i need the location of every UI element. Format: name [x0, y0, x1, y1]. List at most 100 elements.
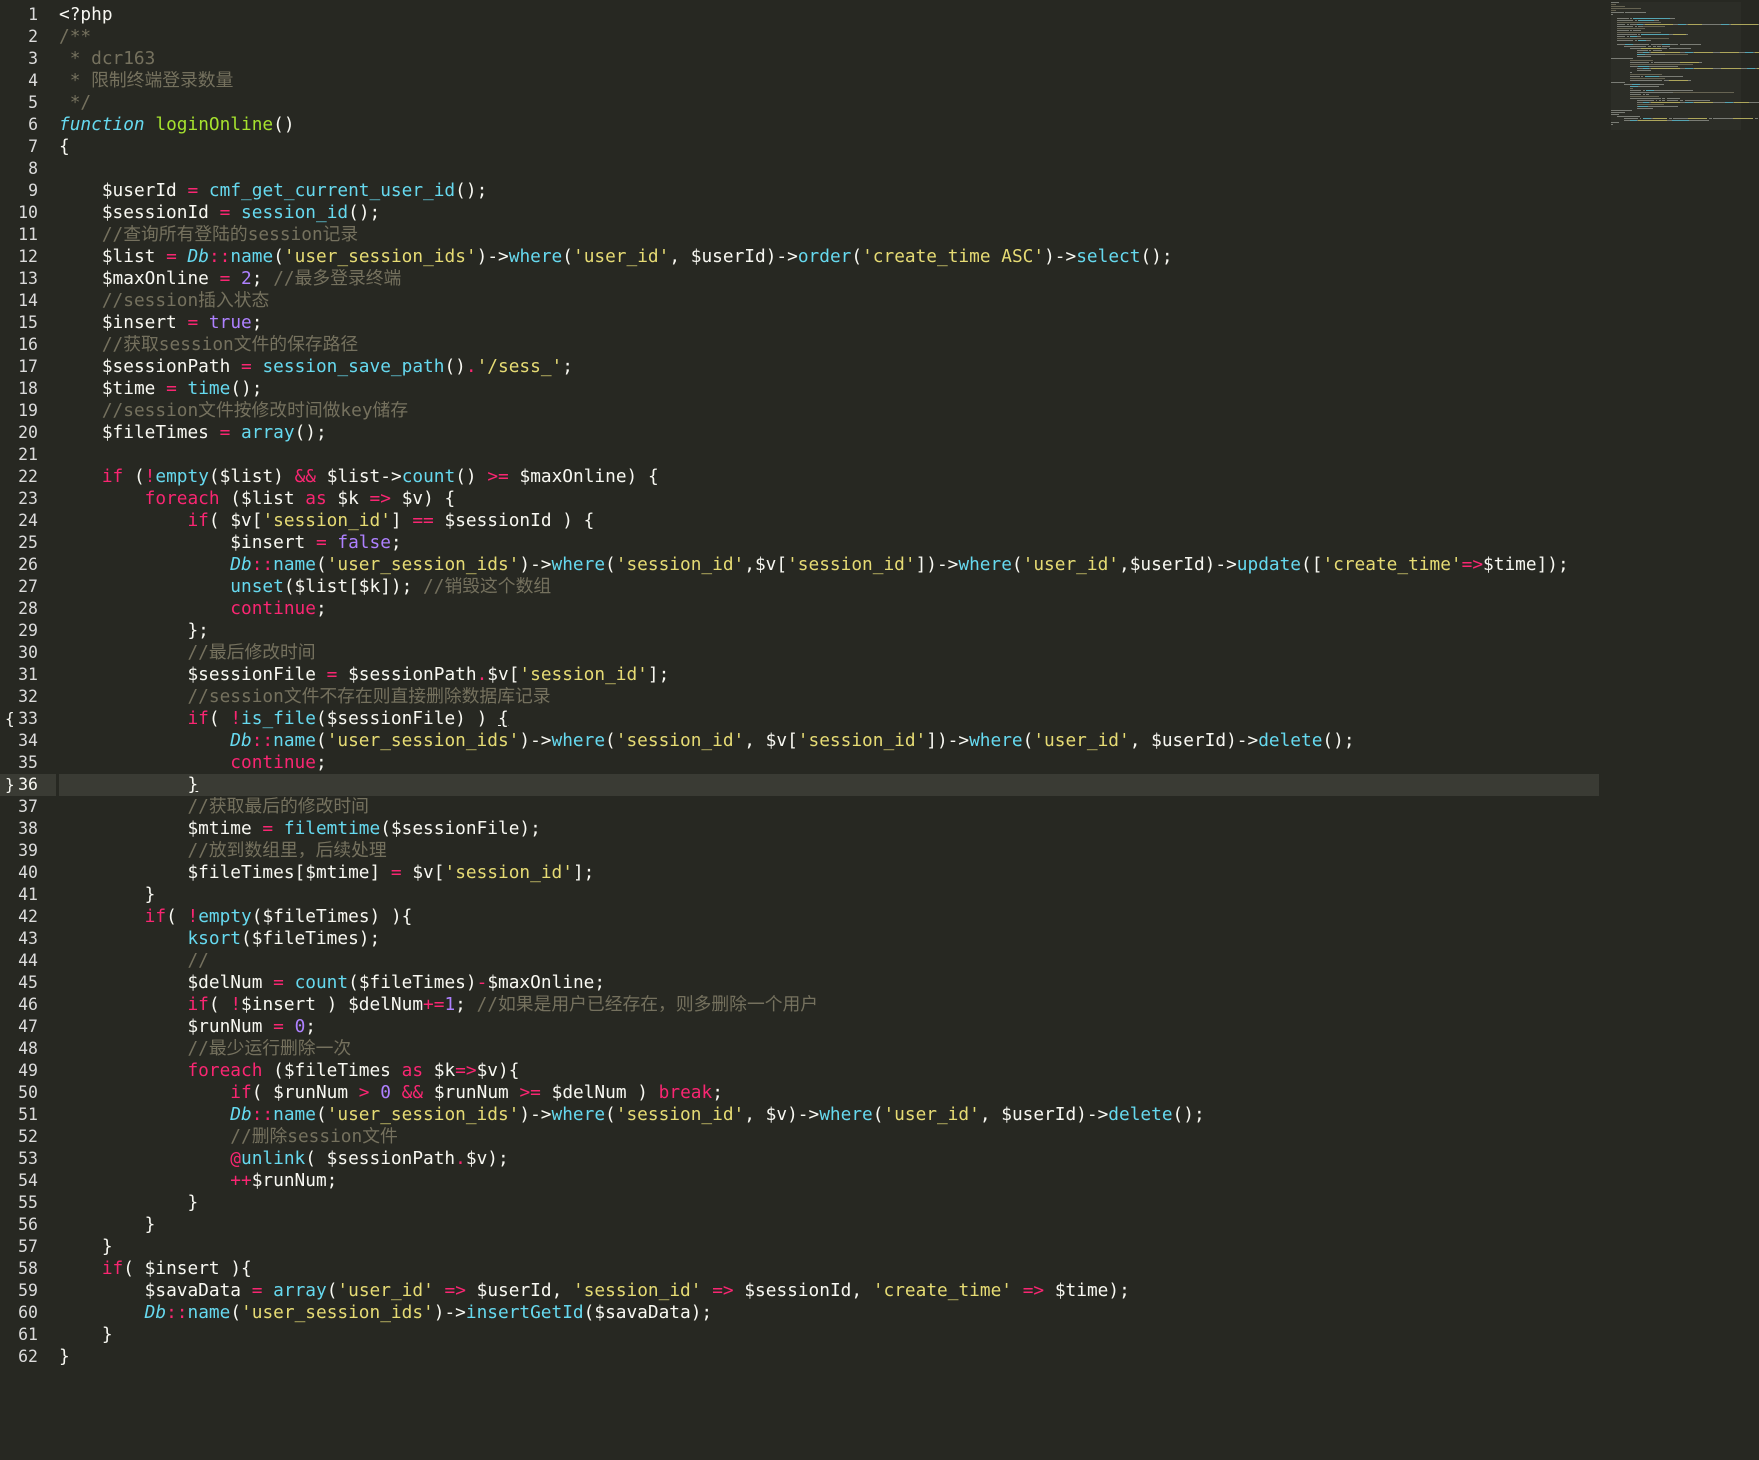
code-token: filemtime	[283, 818, 381, 839]
minimap-mark	[1611, 4, 1616, 5]
minimap-mark	[1684, 52, 1693, 53]
code-line[interactable]: if( $v['session_id'] == $sessionId ) {	[59, 510, 594, 532]
code-line[interactable]: @unlink( $sessionPath.$v);	[59, 1148, 508, 1170]
code-token: //放到数组里，后续处理	[187, 840, 387, 861]
code-line[interactable]: //session插入状态	[59, 290, 269, 312]
code-line[interactable]: if( $runNum > 0 && $runNum >= $delNum ) …	[59, 1082, 723, 1104]
code-line[interactable]: * 限制终端登录数量	[59, 70, 234, 92]
code-token: $fileTimes	[358, 972, 466, 993]
code-token: (	[251, 906, 263, 927]
code-line[interactable]: }	[59, 1214, 156, 1236]
code-line[interactable]: $userId = cmf_get_current_user_id();	[59, 180, 487, 202]
code-line[interactable]: if( $insert ){	[59, 1258, 252, 1280]
code-token: $sessionId	[444, 510, 552, 531]
code-line[interactable]: //session文件按修改时间做key储存	[59, 400, 408, 422]
code-token: * dcr163	[59, 48, 156, 69]
code-line[interactable]: $insert = true;	[59, 312, 263, 334]
code-token: name	[230, 246, 274, 267]
code-token: $time	[1054, 1280, 1109, 1301]
code-token: unset	[230, 576, 284, 597]
code-line[interactable]: if( !$insert ) $delNum+=1; //如果是用户已经存在，则…	[59, 994, 818, 1016]
code-line[interactable]: }	[59, 1236, 113, 1258]
minimap-mark	[1635, 116, 1640, 117]
minimap-mark	[1617, 18, 1629, 19]
minimap[interactable]	[1611, 2, 1759, 130]
line-number-gutter[interactable]: 1 2 3 4 5 6 7 8 9 10 11 12 13 14 15 16 17 18 19 20 21 22 23 24 2…	[0, 0, 56, 1460]
code-line[interactable]: unset($list[$k]); //销毁这个数组	[59, 576, 551, 598]
code-token: $list	[241, 488, 295, 509]
code-line[interactable]: Db::name('user_session_ids')->where('ses…	[59, 730, 1354, 752]
minimap-mark	[1694, 68, 1714, 69]
code-line[interactable]: Db::name('user_session_ids')->where('ses…	[59, 1104, 1204, 1126]
code-line[interactable]: ksort($fileTimes);	[59, 928, 380, 950]
code-line[interactable]: $mtime = filemtime($sessionFile);	[59, 818, 540, 840]
code-line[interactable]: continue;	[59, 598, 326, 620]
code-line[interactable]: $savaData = array('user_id' => $userId, …	[59, 1280, 1130, 1302]
code-token: $runNum	[273, 1082, 349, 1103]
code-line[interactable]: function loginOnline()	[59, 114, 295, 136]
code-line[interactable]: //查询所有登陆的session记录	[59, 224, 358, 246]
code-line[interactable]: {	[59, 136, 70, 158]
code-line[interactable]: $delNum = count($fileTimes)-$maxOnline;	[59, 972, 605, 994]
code-line[interactable]: }	[59, 1192, 198, 1214]
code-line[interactable]: }	[59, 1346, 70, 1368]
code-line[interactable]: ++$runNum;	[59, 1170, 337, 1192]
code-line[interactable]: $sessionFile = $sessionPath.$v['session_…	[59, 664, 669, 686]
code-line[interactable]: <?php	[59, 4, 113, 26]
code-line[interactable]: if( !empty($fileTimes) ){	[59, 906, 413, 928]
code-line[interactable]: //获取最后的修改时间	[59, 796, 368, 818]
code-line[interactable]: $runNum = 0;	[59, 1016, 316, 1038]
minimap-mark	[1687, 80, 1691, 81]
minimap-mark	[1611, 10, 1616, 11]
code-line[interactable]: $sessionPath = session_save_path().'/ses…	[59, 356, 573, 378]
code-line[interactable]: //删除session文件	[59, 1126, 397, 1148]
code-token: (	[605, 730, 616, 751]
code-area[interactable]: <?php/** * dcr163 * 限制终端登录数量 */function …	[59, 0, 1599, 1460]
code-line[interactable]: //	[59, 950, 208, 972]
code-line[interactable]: $list = Db::name('user_session_ids')->wh…	[59, 246, 1173, 268]
line-number: 35	[18, 753, 38, 772]
line-number: 55	[18, 1193, 38, 1212]
code-editor[interactable]: 1 2 3 4 5 6 7 8 9 10 11 12 13 14 15 16 17 18 19 20 21 22 23 24 2…	[0, 0, 1759, 1460]
minimap-mark	[1665, 46, 1671, 47]
code-line[interactable]: continue;	[59, 752, 326, 774]
fold-open-icon[interactable]: {	[5, 708, 15, 730]
fold-close-icon[interactable]: }	[5, 774, 15, 796]
code-line[interactable]: foreach ($fileTimes as $k=>$v){	[59, 1060, 519, 1082]
code-line[interactable]: if (!empty($list) && $list->count() >= $…	[59, 466, 659, 488]
code-line[interactable]: $time = time();	[59, 378, 263, 400]
code-line[interactable]: if( !is_file($sessionFile) ) {	[59, 708, 508, 730]
code-token: !	[144, 466, 156, 487]
code-line[interactable]: $maxOnline = 2; //最多登录终端	[59, 268, 401, 290]
code-line[interactable]: }	[59, 774, 1599, 796]
code-line[interactable]: //最后修改时间	[59, 642, 315, 664]
code-line[interactable]: //最少运行删除一次	[59, 1038, 351, 1060]
code-line[interactable]: $fileTimes[$mtime] = $v['session_id'];	[59, 862, 594, 884]
code-line[interactable]: };	[59, 620, 208, 642]
code-line[interactable]: //放到数组里，后续处理	[59, 840, 387, 862]
code-line[interactable]: /**	[59, 26, 91, 48]
code-line[interactable]: foreach ($list as $k => $v) {	[59, 488, 456, 510]
code-token: .	[455, 1148, 466, 1169]
code-line[interactable]: $sessionId = session_id();	[59, 202, 380, 224]
code-line[interactable]: //session文件不存在则直接删除数据库记录	[59, 686, 550, 708]
code-line[interactable]: $fileTimes = array();	[59, 422, 327, 444]
minimap-mark	[1684, 68, 1693, 69]
line-number: 1	[28, 5, 38, 24]
code-line[interactable]: * dcr163	[59, 48, 156, 70]
code-line[interactable]: */	[59, 92, 91, 114]
code-line[interactable]: Db::name('user_session_ids')->where('ses…	[59, 554, 1568, 576]
code-line[interactable]: }	[59, 1324, 113, 1346]
code-line[interactable]: }	[59, 884, 156, 906]
code-line[interactable]: //获取session文件的保存路径	[59, 334, 358, 356]
code-token: name	[187, 1302, 231, 1323]
code-line[interactable]: $insert = false;	[59, 532, 401, 554]
code-line[interactable]: Db::name('user_session_ids')->insertGetI…	[59, 1302, 712, 1324]
code-token: 'create_time ASC'	[862, 246, 1045, 267]
